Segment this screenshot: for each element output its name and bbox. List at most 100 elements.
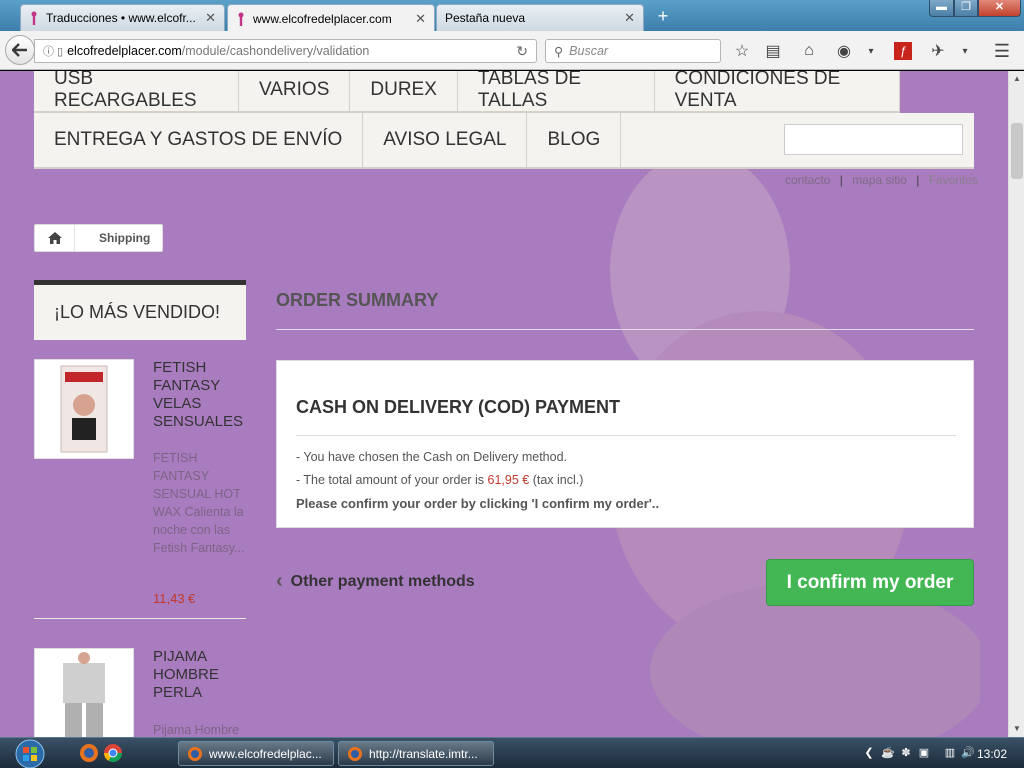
dropdown-arrow-icon[interactable]: ▾ [860, 40, 882, 62]
menu-item-tablas-de-tallas[interactable]: TABLAS DE TALLAS [458, 71, 655, 111]
breadcrumb-home-icon[interactable] [35, 225, 75, 251]
cod-total-suffix: (tax incl.) [529, 473, 584, 487]
sitemap-link[interactable]: mapa sitio [852, 173, 907, 187]
tray-app-icon[interactable]: ✽ [899, 746, 913, 760]
menu-item-usb-recargables[interactable]: USB RECARGABLES [34, 71, 239, 111]
menu-row-1: USB RECARGABLES VARIOS DUREX TABLAS DE T… [34, 71, 900, 113]
cod-total-text: - The total amount of your order is 61,9… [296, 473, 583, 487]
tab-title: www.elcofredelplacer.com [253, 11, 392, 26]
reload-icon[interactable]: ↻ [516, 43, 528, 60]
tab-close-icon[interactable]: ✕ [415, 11, 426, 27]
favorites-link[interactable]: Favoritos [929, 173, 978, 187]
menu-item-blog[interactable]: BLOG [527, 113, 622, 167]
url-host: elcofredelplacer.com [67, 44, 182, 58]
taskbar-item-firefox-elcofre[interactable]: www.elcofredelplac... [178, 741, 334, 766]
tray-app-icon[interactable]: ▣ [917, 746, 931, 760]
tab-close-icon[interactable]: ✕ [624, 10, 635, 26]
site-search-input[interactable] [784, 124, 963, 155]
cod-confirm-instruction: Please confirm your order by clicking 'I… [296, 496, 660, 511]
site-favicon-icon [29, 11, 39, 25]
search-placeholder: Buscar [569, 44, 609, 58]
windows-logo-icon [15, 739, 45, 768]
tab-traducciones[interactable]: Traducciones • www.elcofr... ✕ [20, 4, 225, 31]
browser-search-box[interactable]: ⚲ Buscar [545, 39, 721, 63]
taskbar-item-firefox-translate[interactable]: http://translate.imtr... [338, 741, 494, 766]
reading-list-icon[interactable]: ▤ [762, 40, 784, 62]
bestsellers-heading: ¡LO MÁS VENDIDO! [34, 280, 246, 340]
bookmark-star-icon[interactable]: ☆ [731, 40, 753, 62]
cod-method-text: - You have chosen the Cash on Delivery m… [296, 450, 568, 464]
window-close-button[interactable]: ✕ [978, 0, 1021, 17]
contact-link[interactable]: contacto [785, 173, 830, 187]
firefox-pinned-icon[interactable] [79, 743, 99, 763]
page-scrollbar[interactable]: ▲ ▼ [1008, 71, 1024, 737]
site-favicon-icon [236, 12, 246, 26]
home-icon[interactable]: ⌂ [798, 40, 820, 62]
product-name[interactable]: FETISH FANTASY VELAS SENSUALES [153, 359, 248, 431]
page-title: ORDER SUMMARY [276, 290, 974, 330]
addon-icon[interactable]: ◉ [833, 40, 855, 62]
start-button[interactable] [8, 738, 52, 768]
top-menu: USB RECARGABLES VARIOS DUREX TABLAS DE T… [34, 71, 974, 169]
product-description: FETISH FANTASY SENSUAL HOT WAX Calienta … [153, 451, 245, 555]
product-name[interactable]: PIJAMA HOMBRE PERLA [153, 648, 248, 702]
window-maximize-button[interactable]: ❐ [954, 0, 978, 17]
site-info-icon[interactable]: ⓘ ▯ [43, 43, 63, 59]
volume-tray-icon[interactable]: 🔊 [961, 746, 975, 760]
menu-item-entrega-gastos-envio[interactable]: ENTREGA Y GASTOS DE ENVÍO [34, 113, 364, 167]
order-total-amount: 61,95 € [487, 473, 530, 487]
dropdown-arrow-icon[interactable]: ▾ [954, 40, 976, 62]
separator: | [916, 173, 920, 187]
breadcrumb-current: Shipping [99, 231, 151, 245]
cod-title: CASH ON DELIVERY (COD) PAYMENT [296, 397, 956, 436]
back-arrow-icon [12, 43, 27, 57]
cod-total-prefix: - The total amount of your order is [296, 473, 488, 487]
hamburger-menu-icon[interactable]: ☰ [991, 40, 1013, 62]
confirm-order-button[interactable]: I confirm my order [766, 559, 974, 606]
taskbar-item-label: www.elcofredelplac... [209, 746, 322, 761]
sidebar-product: FETISH FANTASY VELAS SENSUALES FETISH FA… [34, 359, 246, 619]
tray-expand-icon[interactable]: ❮ [862, 746, 876, 760]
product-thumbnail-image[interactable] [34, 359, 134, 459]
taskbar-item-label: http://translate.imtr... [369, 746, 478, 761]
taskbar-clock[interactable]: 13:02 [977, 747, 1007, 761]
separator: | [839, 173, 843, 187]
menu-item-varios[interactable]: VARIOS [239, 71, 351, 111]
tab-elcofredelplacer[interactable]: www.elcofredelplacer.com ✕ [227, 4, 435, 32]
menu-item-aviso-legal[interactable]: AVISO LEGAL [363, 113, 528, 167]
back-button[interactable] [5, 35, 35, 65]
chevron-left-icon: ‹ [276, 570, 283, 592]
new-tab-button[interactable]: + [652, 6, 674, 26]
network-tray-icon[interactable]: ▥ [943, 746, 957, 760]
page-viewport: USB RECARGABLES VARIOS DUREX TABLAS DE T… [0, 71, 1008, 737]
flash-icon[interactable]: ƒ [892, 40, 914, 62]
menu-item-condiciones-de-venta[interactable]: CONDICIONES DE VENTA [655, 71, 900, 111]
menu-item-durex[interactable]: DUREX [350, 71, 458, 111]
product-description: Pijama Hombre [153, 723, 240, 737]
cod-payment-box: CASH ON DELIVERY (COD) PAYMENT - You hav… [276, 360, 974, 528]
tab-new-tab[interactable]: Pestaña nueva ✕ [436, 4, 644, 31]
tab-title: Pestaña nueva [445, 11, 526, 25]
browser-tab-strip: Traducciones • www.elcofr... ✕ www.elcof… [0, 0, 1024, 32]
browser-navigation-bar: ⓘ ▯ elcofredelplacer.com /module/cashond… [0, 31, 1024, 70]
scrollbar-thumb[interactable] [1011, 123, 1023, 179]
header-links: contacto | mapa sitio | Favoritos [785, 173, 978, 187]
chrome-pinned-icon[interactable] [103, 743, 123, 763]
sidebar-product: PIJAMA HOMBRE PERLA Pijama Hombre [34, 648, 246, 737]
firefox-icon [348, 746, 362, 761]
other-payment-methods-link[interactable]: ‹ Other payment methods [276, 570, 475, 593]
tab-title: Traducciones • www.elcofr... [46, 11, 196, 25]
window-minimize-button[interactable]: ▬ [929, 0, 954, 17]
product-price: 11,43 € [153, 591, 196, 606]
product-thumbnail-image[interactable] [34, 648, 134, 737]
url-bar[interactable]: ⓘ ▯ elcofredelplacer.com /module/cashond… [34, 39, 537, 63]
search-icon: ⚲ [554, 44, 564, 59]
firefox-icon [188, 746, 202, 761]
extension-icon[interactable]: ✈ [927, 40, 949, 62]
tab-close-icon[interactable]: ✕ [205, 10, 216, 26]
url-path: /module/cashondelivery/validation [181, 44, 370, 58]
other-payment-methods-label: Other payment methods [290, 572, 475, 590]
scroll-up-arrow-icon[interactable]: ▲ [1009, 71, 1024, 87]
java-tray-icon[interactable]: ☕ [881, 746, 895, 760]
scroll-down-arrow-icon[interactable]: ▼ [1009, 721, 1024, 737]
